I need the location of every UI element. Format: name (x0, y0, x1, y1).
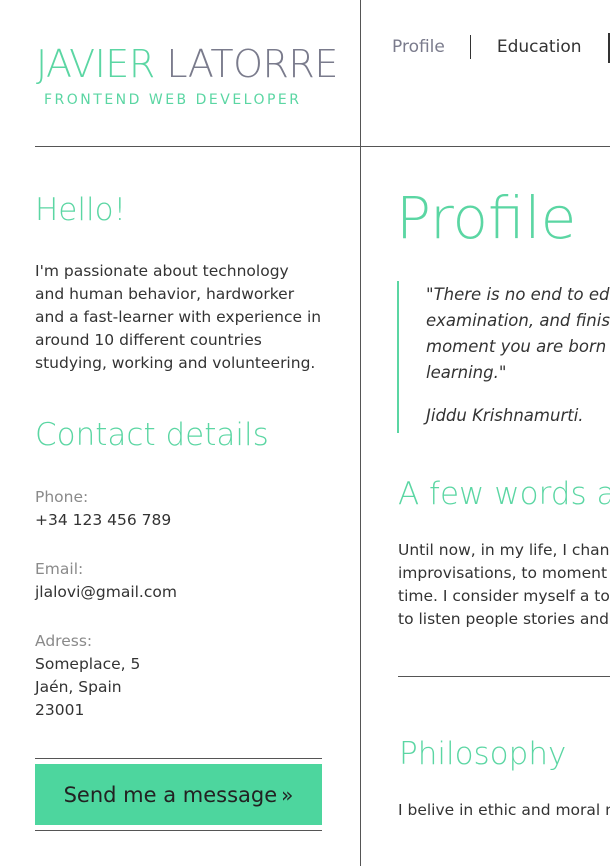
brand-first-name: JAVIER (36, 42, 155, 86)
nav-item-profile[interactable]: Profile (392, 37, 445, 57)
address-line: 23001 (35, 701, 85, 719)
address-line: Jaén, Spain (35, 678, 122, 696)
sidebar: Hello! I'm passionate about technology a… (35, 190, 325, 722)
philosophy-heading: Philosophy (399, 736, 567, 772)
nav-item-education[interactable]: Education (497, 37, 582, 57)
brand-role: FRONTEND WEB DEVELOPER (44, 92, 302, 108)
brand-header: JAVIER LATORRE FRONTEND WEB DEVELOPER (36, 42, 338, 108)
main-content: Profile "There is no end to edu examinat… (396, 182, 610, 866)
email-value[interactable]: jlalovi@gmail.com (35, 581, 325, 604)
email-label: Email: (35, 560, 84, 578)
double-chevron-right-icon: » (281, 782, 294, 807)
intro-line: and human behavior, hardworker (35, 285, 295, 303)
few-words-line: time. I consider myself a tol (398, 587, 610, 605)
hello-heading: Hello! (35, 192, 127, 228)
button-bottom-rule (35, 830, 322, 831)
button-top-rule (35, 758, 322, 759)
profile-heading: Profile (396, 184, 577, 252)
philosophy-text: I belive in ethic and moral n (398, 801, 610, 819)
intro-line: and a fast-learner with experience in (35, 308, 322, 326)
send-message-area: Send me a message » (35, 758, 322, 831)
intro-line: studying, working and volunteering. (35, 354, 316, 372)
few-words-text: Until now, in my life, I chang improvisa… (398, 539, 610, 631)
profile-quote: "There is no end to edu examination, and… (397, 281, 610, 433)
contact-phone: Phone: +34 123 456 789 (35, 486, 325, 532)
quote-line: learning." (426, 363, 507, 382)
header-divider (35, 146, 610, 147)
intro-line: I'm passionate about technology (35, 262, 289, 280)
section-divider (398, 676, 610, 677)
intro-line: around 10 different countries (35, 331, 262, 349)
column-divider-vertical (360, 0, 361, 866)
address-line: Someplace, 5 (35, 655, 141, 673)
quote-author: Jiddu Krishnamurti. (426, 406, 584, 425)
contact-email: Email: jlalovi@gmail.com (35, 558, 325, 604)
intro-text: I'm passionate about technology and huma… (35, 260, 325, 375)
nav-separator (469, 35, 471, 59)
quote-text: "There is no end to edu examination, and… (426, 281, 610, 386)
send-message-button[interactable]: Send me a message » (35, 764, 322, 825)
send-message-label: Send me a message (63, 782, 278, 807)
contact-heading: Contact details (35, 417, 269, 453)
quote-line: moment you are born (426, 337, 607, 356)
phone-label: Phone: (35, 488, 89, 506)
few-words-line: Until now, in my life, I chang (398, 541, 610, 559)
few-words-heading: A few words al (398, 476, 610, 512)
quote-line: "There is no end to edu (426, 285, 610, 304)
few-words-line: to listen people stories and (398, 610, 610, 628)
quote-line: examination, and finis (426, 311, 610, 330)
brand-last-name: LATORRE (166, 42, 338, 86)
phone-value[interactable]: +34 123 456 789 (35, 509, 325, 532)
few-words-line: improvisations, to moment (398, 564, 608, 582)
brand-name: JAVIER LATORRE (36, 42, 338, 86)
address-label: Adress: (35, 632, 93, 650)
contact-address: Adress: Someplace, 5 Jaén, Spain 23001 (35, 630, 325, 722)
top-nav: Profile Education (360, 33, 610, 63)
